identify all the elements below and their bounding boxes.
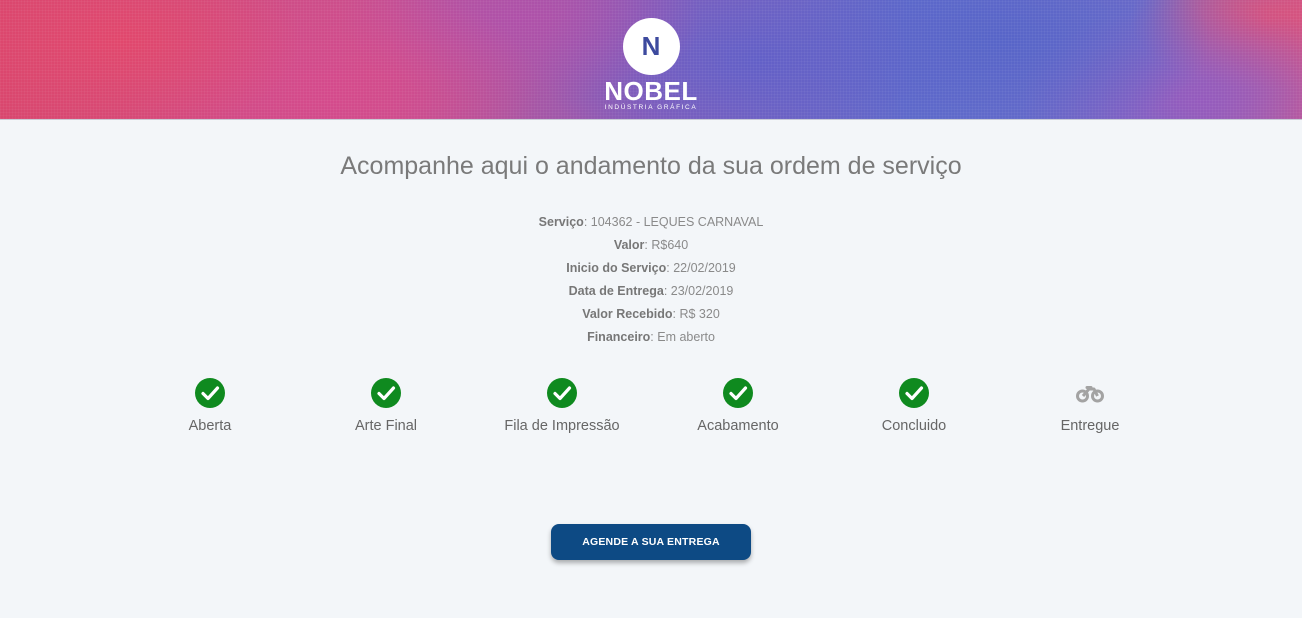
detail-valor-recebido: Valor Recebido: R$ 320	[582, 307, 720, 321]
motorcycle-icon	[1075, 378, 1105, 408]
step-label: Acabamento	[697, 418, 779, 434]
detail-label: Inicio do Serviço	[566, 261, 667, 275]
step-label: Arte Final	[354, 418, 418, 434]
check-circle-icon	[723, 378, 753, 408]
step-concluido: Concluido	[826, 378, 1002, 434]
step-label: Aberta	[188, 418, 232, 434]
detail-label: Financeiro	[587, 330, 651, 344]
step-entregue: Entregue	[1002, 378, 1178, 434]
detail-label: Valor Recebido	[582, 307, 673, 321]
detail-label: Valor	[613, 238, 645, 252]
detail-value: Em aberto	[657, 330, 715, 344]
brand-logo[interactable]: N NOBEL INDÚSTRIA GRÁFICA	[601, 18, 701, 112]
detail-entrega: Data de Entrega: 23/02/2019	[568, 284, 734, 298]
detail-label: Serviço	[538, 215, 584, 229]
header-banner: N NOBEL INDÚSTRIA GRÁFICA	[0, 0, 1302, 120]
logo-subtitle: INDÚSTRIA GRÁFICA	[604, 104, 698, 111]
detail-value: 104362 - LEQUES CARNAVAL	[590, 215, 764, 229]
step-acabamento: Acabamento	[650, 378, 826, 434]
order-details: Serviço: 104362 - LEQUES CARNAVAL Valor:…	[0, 212, 1302, 350]
check-circle-icon	[371, 378, 401, 408]
check-circle-icon	[547, 378, 577, 408]
logo-badge: N	[622, 18, 680, 75]
detail-value: 22/02/2019	[673, 261, 736, 275]
logo-name: NOBEL	[604, 76, 698, 106]
schedule-delivery-button[interactable]: AGENDE A SUA ENTREGA	[551, 524, 751, 560]
step-aberta: Aberta	[122, 378, 298, 434]
detail-financeiro: Financeiro: Em aberto	[587, 330, 715, 344]
page-title: Acompanhe aqui o andamento da sua ordem …	[340, 152, 962, 180]
detail-value: R$640	[651, 238, 689, 252]
detail-label: Data de Entrega	[568, 284, 664, 298]
detail-valor: Valor: R$640	[613, 238, 689, 252]
step-arte-final: Arte Final	[298, 378, 474, 434]
step-label: Concluido	[881, 418, 947, 434]
check-circle-icon	[195, 378, 225, 408]
detail-inicio: Inicio do Serviço: 22/02/2019	[566, 261, 736, 275]
step-label: Entregue	[1060, 418, 1120, 434]
detail-servico: Serviço: 104362 - LEQUES CARNAVAL	[538, 215, 764, 229]
detail-value: R$ 320	[679, 307, 720, 321]
check-circle-icon	[899, 378, 929, 408]
detail-value: 23/02/2019	[670, 284, 734, 298]
step-fila-impressao: Fila de Impressão	[474, 378, 650, 434]
step-label: Fila de Impressão	[504, 418, 620, 434]
